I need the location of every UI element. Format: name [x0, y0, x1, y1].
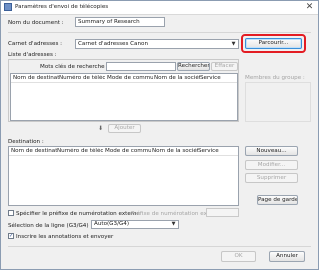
- column-header[interactable]: Mode de commu...: [105, 148, 151, 154]
- line-selection-select[interactable]: Auto(G3/G4) ▼: [91, 220, 179, 229]
- prefix-checkbox[interactable]: [8, 210, 14, 216]
- column-header[interactable]: Service: [200, 75, 236, 81]
- fax-app-icon: [4, 3, 12, 11]
- ok-button: OK: [221, 251, 256, 262]
- new-button[interactable]: Nouveau...: [245, 146, 298, 156]
- column-header[interactable]: Mode de commu...: [107, 75, 153, 81]
- destination-header: Nom de destination Numéro de téléco... M…: [9, 147, 238, 156]
- line-selection-selected: Auto(G3/G4): [94, 221, 130, 227]
- column-header[interactable]: Numéro de téléco...: [59, 75, 105, 81]
- separator: [8, 32, 311, 33]
- group-members-list: [245, 82, 311, 122]
- address-list-group: Mots clés de recherche : Rechercher Effa…: [8, 59, 239, 122]
- cover-page-button[interactable]: Page de garde...: [257, 195, 298, 205]
- search-input[interactable]: [106, 62, 176, 71]
- search-keywords-label: Mots clés de recherche :: [40, 64, 109, 70]
- chevron-down-icon: ▼: [171, 221, 176, 227]
- line-selection-label: Sélection de la ligne (G3/G4) :: [8, 223, 93, 229]
- browse-button[interactable]: Parcourir...: [245, 38, 302, 49]
- title-bar: Paramètres d'envoi de télécopies ✕: [1, 1, 318, 15]
- column-header[interactable]: Nom de la société: [154, 75, 200, 81]
- document-name-label: Nom du document :: [8, 20, 64, 26]
- prefix-checkbox-label: Spécifier le préfixe de numérotation ext…: [16, 211, 140, 217]
- column-header[interactable]: Nom de la société: [152, 148, 198, 154]
- address-book-selected: Carnet d'adresses Canon: [78, 41, 148, 47]
- address-list-table[interactable]: Nom de destination Numéro de téléco... M…: [10, 73, 238, 121]
- address-book-label: Carnet d'adresses :: [8, 41, 63, 47]
- close-icon[interactable]: ✕: [304, 2, 315, 12]
- address-book-select[interactable]: Carnet d'adresses Canon ▼: [75, 39, 239, 49]
- destination-table[interactable]: Nom de destination Numéro de téléco... M…: [8, 146, 239, 206]
- column-header[interactable]: Nom de destination: [11, 148, 57, 154]
- annotations-checkbox[interactable]: ✓: [8, 233, 14, 239]
- chevron-down-icon: ▼: [231, 41, 236, 47]
- group-members-label: Membres du groupe :: [245, 75, 305, 81]
- prefix-field: [206, 208, 239, 217]
- annotations-checkbox-label: Inscrire les annotations et envoyer: [16, 234, 114, 240]
- destination-label: Destination :: [8, 139, 44, 145]
- search-button[interactable]: Rechercher: [177, 62, 210, 71]
- column-header[interactable]: Numéro de téléco...: [57, 148, 103, 154]
- column-header[interactable]: Service: [198, 148, 234, 154]
- cancel-button[interactable]: Annuler: [269, 251, 305, 262]
- fax-settings-dialog: Paramètres d'envoi de télécopies ✕ Nom d…: [0, 0, 319, 270]
- column-header[interactable]: Nom de destination: [13, 75, 59, 81]
- address-list-label: Liste d'adresses :: [8, 52, 57, 58]
- separator: [8, 246, 311, 247]
- edit-button: Modifier...: [245, 160, 298, 170]
- document-name-field[interactable]: Summary of Research: [75, 17, 165, 27]
- add-arrow-icon: ⬇: [98, 125, 104, 132]
- add-button: Ajouter: [108, 124, 141, 133]
- window-title: Paramètres d'envoi de télécopies: [15, 4, 109, 10]
- address-list-header: Nom de destination Numéro de téléco... M…: [11, 74, 237, 83]
- clear-button: Effacer: [211, 62, 238, 71]
- delete-button: Supprimer: [245, 173, 298, 183]
